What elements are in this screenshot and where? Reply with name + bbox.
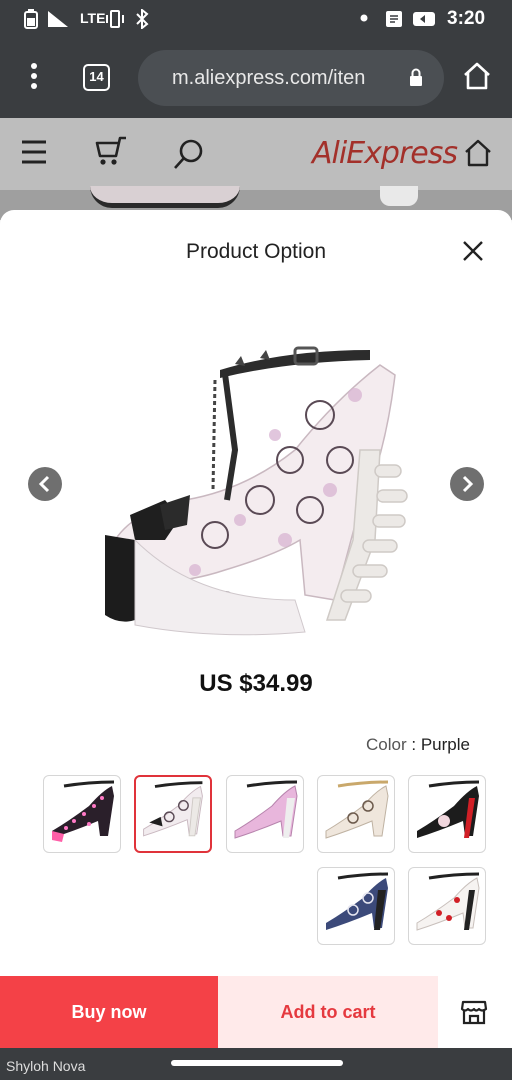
youtube-icon: [413, 12, 435, 26]
swatch-image: [325, 780, 389, 839]
swatch-image: [326, 872, 389, 930]
hamburger-icon[interactable]: [20, 139, 48, 165]
status-bar: LTE 3:20: [0, 0, 512, 36]
site-logo[interactable]: AliExpress: [312, 136, 458, 171]
lock-icon: [410, 68, 422, 86]
menu-dots-icon[interactable]: [30, 62, 38, 90]
battery-icon: [24, 9, 38, 29]
clock: 3:20: [447, 8, 486, 29]
color-swatch-navy-skull[interactable]: [317, 867, 395, 945]
previous-image-button[interactable]: [28, 467, 62, 501]
bluetooth-icon: [136, 9, 149, 29]
swatch-image: [143, 781, 203, 837]
vibrate-icon: [106, 10, 124, 28]
search-icon[interactable]: [172, 137, 206, 171]
swatch-image: [52, 780, 115, 842]
swatch-image: [417, 780, 480, 838]
store-icon[interactable]: [460, 998, 488, 1026]
color-separator: :: [411, 735, 421, 754]
chevron-right-icon: [462, 475, 474, 493]
color-swatch-pink[interactable]: [226, 775, 304, 853]
home-icon[interactable]: [462, 61, 492, 91]
background-product-image: [90, 186, 240, 208]
swatch-image: [234, 780, 298, 839]
swatch-image: [416, 872, 480, 931]
product-image: [105, 346, 408, 636]
site-home-icon[interactable]: [463, 138, 493, 168]
color-swatch-beige-skull[interactable]: [317, 775, 395, 853]
browser-toolbar: 14 m.aliexpress.com/iten: [0, 36, 512, 118]
color-swatch-black-red[interactable]: [408, 775, 486, 853]
site-header: AliExpress: [0, 118, 512, 190]
address-bar[interactable]: m.aliexpress.com/iten: [138, 50, 444, 106]
add-to-cart-button[interactable]: Add to cart: [218, 976, 438, 1048]
network-type: LTE: [80, 10, 106, 26]
color-key: Color: [366, 735, 407, 754]
color-swatch-white-red[interactable]: [408, 867, 486, 945]
color-value: Purple: [420, 735, 470, 754]
signal-icon: [48, 11, 68, 27]
product-price: US $34.99: [0, 670, 512, 698]
url-text: m.aliexpress.com/iten: [172, 67, 366, 89]
home-gesture-pill[interactable]: [171, 1060, 343, 1066]
notification-dot-icon: [360, 14, 368, 22]
chevron-left-icon: [38, 475, 50, 493]
buy-now-button[interactable]: Buy now: [0, 976, 218, 1048]
tab-switcher-button[interactable]: 14: [83, 64, 110, 91]
color-selection-label: Color : Purple: [366, 735, 470, 755]
sheet-title: Product Option: [0, 240, 512, 264]
cart-icon[interactable]: [94, 134, 128, 168]
color-swatch-purple-white-skull[interactable]: [134, 775, 212, 853]
watermark: Shyloh Nova: [6, 1058, 86, 1074]
price-value: US $34.99: [199, 670, 313, 697]
color-swatch-pink-dots[interactable]: [43, 775, 121, 853]
message-icon: [386, 11, 402, 27]
next-image-button[interactable]: [450, 467, 484, 501]
sheet-title-text: Product Option: [185, 240, 327, 263]
background-product-heel: [380, 186, 418, 206]
